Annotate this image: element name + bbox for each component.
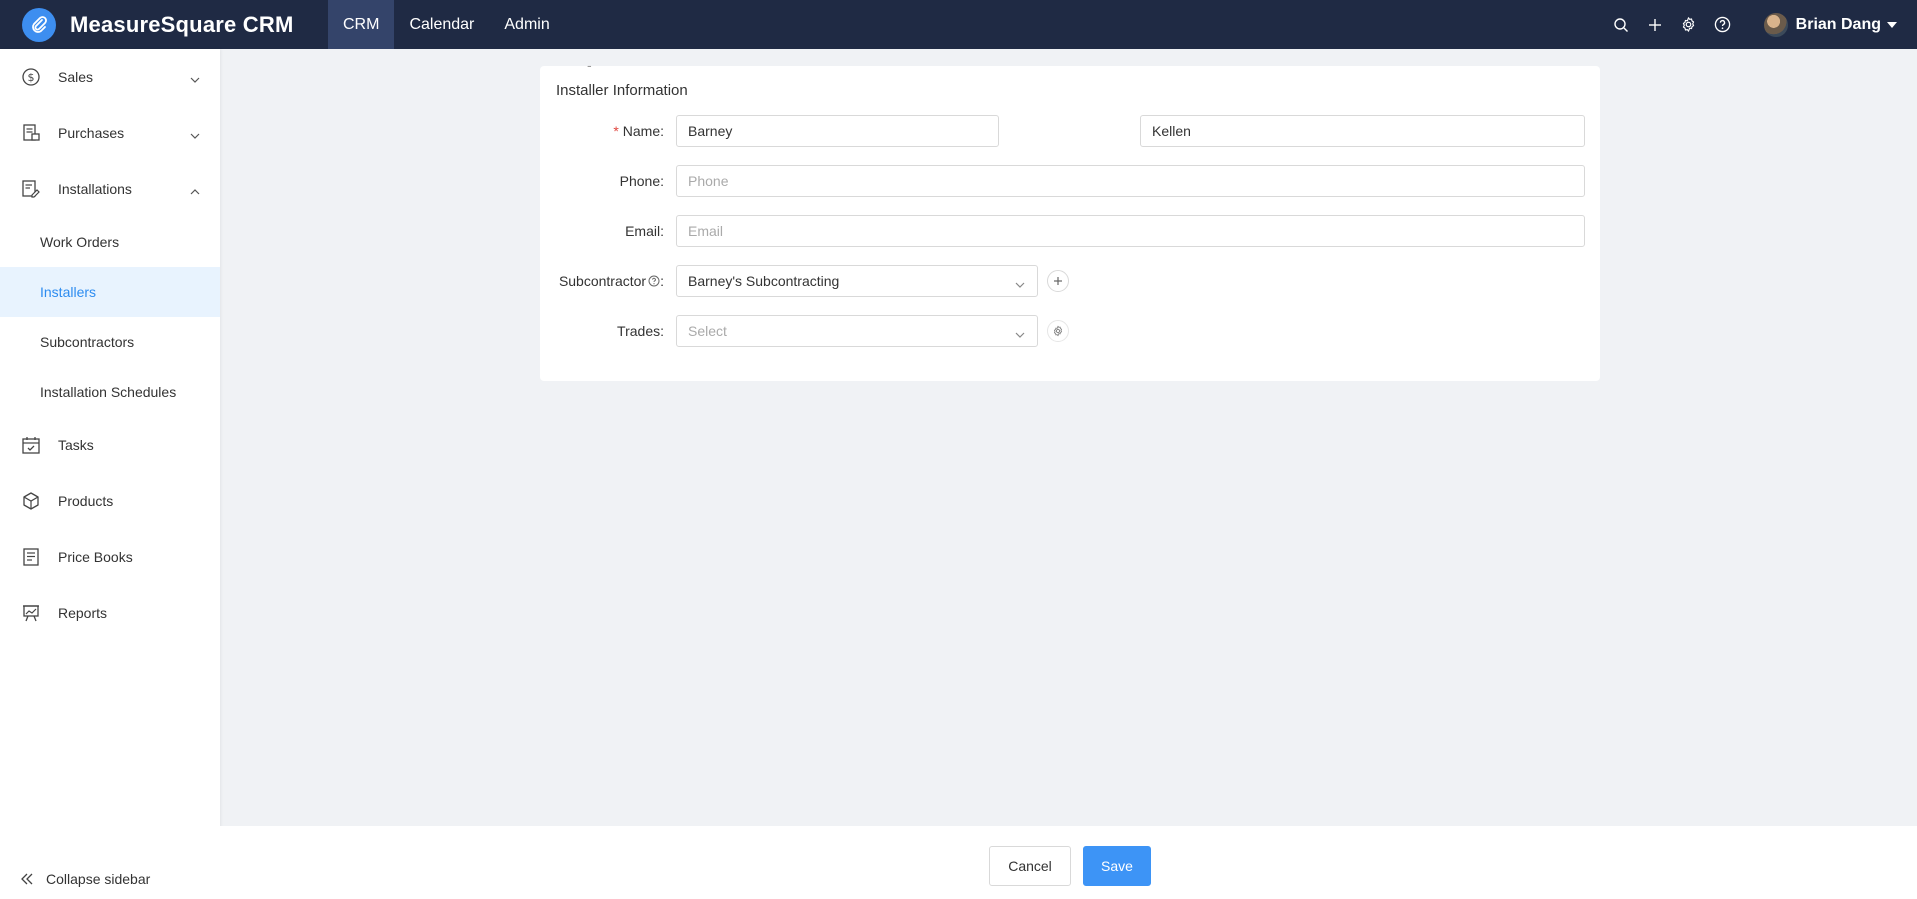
sidebar-item-work-orders[interactable]: Work Orders	[0, 217, 220, 267]
subcontractor-select[interactable]: Barney's Subcontracting	[676, 265, 1038, 297]
double-chevron-left-icon	[20, 872, 34, 886]
top-bar: MeasureSquare CRM CRM Calendar Admin Bri…	[0, 0, 1917, 49]
collapse-sidebar-button[interactable]: Collapse sidebar	[0, 859, 220, 899]
svg-text:$: $	[28, 71, 35, 84]
help-icon[interactable]	[1714, 16, 1732, 34]
paperclip-icon	[22, 7, 56, 42]
trades-placeholder: Select	[688, 323, 727, 339]
plus-icon[interactable]	[1646, 16, 1664, 34]
search-icon[interactable]	[1612, 16, 1630, 34]
chevron-down-icon	[190, 128, 200, 139]
sidebar: $ Sales Purchases Installations Work Ord…	[0, 49, 220, 899]
calendar-check-icon	[20, 434, 42, 456]
document-list-icon	[20, 546, 42, 568]
sidebar-item-subcontractors[interactable]: Subcontractors	[0, 317, 220, 367]
sidebar-label: Installations	[58, 181, 132, 197]
chevron-down-icon	[1015, 327, 1025, 338]
brand-title: MeasureSquare CRM	[70, 11, 294, 37]
gear-icon	[1053, 325, 1063, 337]
trades-select[interactable]: Select	[676, 315, 1038, 347]
purchase-order-icon	[20, 122, 42, 144]
installation-icon	[20, 178, 42, 200]
sidebar-item-price-books[interactable]: Price Books	[0, 529, 220, 585]
topbar-actions: Brian Dang	[1604, 0, 1917, 49]
email-label: Email:	[625, 223, 664, 239]
user-name: Brian Dang	[1795, 15, 1881, 33]
phone-input[interactable]: Phone	[676, 165, 1585, 197]
save-button[interactable]: Save	[1083, 846, 1151, 886]
installer-information-card: Installer Information * Name: Barney - Ke…	[540, 57, 1600, 381]
chevron-down-icon	[190, 72, 200, 83]
presentation-chart-icon	[20, 602, 42, 624]
sidebar-item-installation-schedules[interactable]: Installation Schedules	[0, 367, 220, 417]
add-subcontractor-button[interactable]	[1047, 270, 1069, 292]
chevron-down-icon	[1015, 277, 1025, 288]
gear-icon[interactable]	[1680, 16, 1698, 34]
sidebar-label: Price Books	[58, 549, 133, 565]
topnav-admin[interactable]: Admin	[489, 0, 564, 49]
form-footer: Cancel Save	[220, 826, 1917, 899]
sidebar-label: Installers	[40, 284, 97, 300]
sidebar-item-products[interactable]: Products	[0, 473, 220, 529]
email-input[interactable]: Email	[676, 215, 1585, 247]
name-separator: -	[587, 57, 592, 73]
subcontractor-label: Subcontractor:	[558, 273, 664, 289]
sidebar-item-installations[interactable]: Installations	[0, 161, 220, 217]
user-menu[interactable]: Brian Dang	[1763, 12, 1897, 37]
sidebar-item-sales[interactable]: $ Sales	[0, 49, 220, 105]
phone-label: Phone:	[619, 173, 664, 189]
trades-label: Trades:	[617, 323, 664, 339]
last-name-input[interactable]: Kellen	[1140, 115, 1585, 147]
caret-down-icon	[1887, 21, 1897, 28]
top-nav: CRM Calendar Admin	[328, 0, 565, 49]
name-label: * Name:	[613, 123, 664, 139]
sidebar-item-reports[interactable]: Reports	[0, 585, 220, 641]
topnav-calendar[interactable]: Calendar	[394, 0, 489, 49]
cancel-button[interactable]: Cancel	[989, 846, 1071, 886]
sidebar-label: Products	[58, 493, 114, 509]
first-name-input[interactable]: Barney	[676, 115, 999, 147]
sidebar-item-tasks[interactable]: Tasks	[0, 417, 220, 473]
box-icon	[20, 490, 42, 512]
subcontractor-value: Barney's Subcontracting	[688, 273, 840, 289]
sidebar-label: Work Orders	[40, 234, 120, 250]
help-icon[interactable]	[648, 274, 660, 287]
avatar	[1763, 12, 1788, 37]
sidebar-item-installers[interactable]: Installers	[0, 267, 220, 317]
collapse-sidebar-label: Collapse sidebar	[46, 871, 151, 887]
trades-settings-button[interactable]	[1047, 320, 1069, 342]
brand[interactable]: MeasureSquare CRM	[0, 0, 328, 49]
required-mark: *	[613, 123, 619, 139]
sidebar-label: Installation Schedules	[40, 384, 177, 400]
sidebar-label: Subcontractors	[40, 334, 135, 350]
topnav-crm[interactable]: CRM	[328, 0, 395, 49]
sidebar-label: Tasks	[58, 437, 94, 453]
sidebar-label: Purchases	[58, 125, 125, 141]
chevron-up-icon	[190, 184, 200, 195]
sidebar-item-purchases[interactable]: Purchases	[0, 105, 220, 161]
sidebar-label: Sales	[58, 69, 94, 85]
sidebar-label: Reports	[58, 605, 108, 621]
card-title: Installer Information	[556, 82, 688, 99]
plus-icon	[1054, 277, 1062, 285]
dollar-icon: $	[20, 66, 42, 88]
